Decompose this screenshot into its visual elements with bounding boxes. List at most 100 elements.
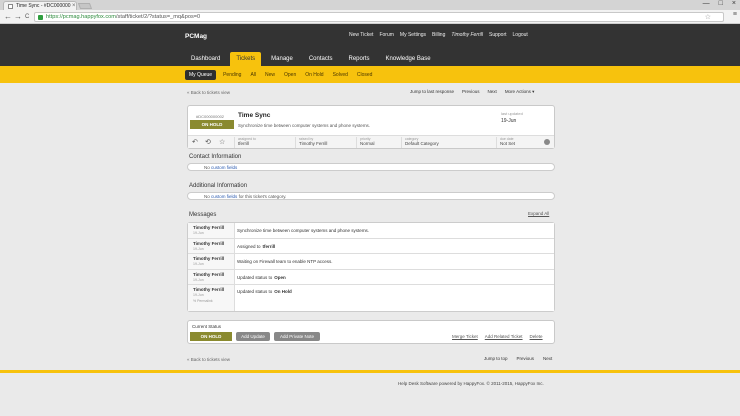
forum-link[interactable]: Forum <box>379 32 393 38</box>
category-value: Default Category <box>405 141 439 146</box>
message-author: Timothy Ferrill <box>193 225 225 230</box>
jump-to-last-response-link[interactable]: Jump to last response <box>410 89 454 95</box>
browser-menu-icon[interactable]: ≡ <box>733 11 737 19</box>
priority-value: Normal <box>360 141 375 146</box>
bottom-actions: Jump to top Previous Next <box>484 356 552 361</box>
tab-knowledge-base[interactable]: Knowledge Base <box>380 52 437 66</box>
app-header: PCMag New Ticket Forum My Settings Billi… <box>0 24 740 66</box>
current-status-badge: ON HOLD <box>190 332 232 341</box>
jump-to-top-link[interactable]: Jump to top <box>484 356 508 361</box>
new-ticket-link[interactable]: New Ticket <box>349 32 373 38</box>
ticket-title: Time Sync <box>238 112 271 119</box>
browser-tab[interactable]: Time Sync - #DC000000 × <box>3 1 77 10</box>
next-link[interactable]: Next <box>488 89 497 95</box>
new-tab-button[interactable] <box>77 3 93 9</box>
message-author: Timothy Ferrill <box>193 256 225 261</box>
assigned-to-field[interactable]: assigned to tferrill <box>234 137 295 148</box>
message-date: 19-Jun <box>193 231 204 235</box>
filter-solved[interactable]: Solved <box>331 70 350 80</box>
browser-tab-title: Time Sync - #DC000000 <box>16 3 71 9</box>
expand-all-link[interactable]: Expand All <box>528 211 549 216</box>
filter-my-queue[interactable]: My Queue <box>185 70 217 80</box>
filter-open[interactable]: Open <box>282 70 298 80</box>
raised-by-field[interactable]: raised by Timothy Ferrill <box>295 137 356 148</box>
raised-by-value: Timothy Ferrill <box>299 141 328 146</box>
ticket-description: Synchronize time between computer system… <box>238 123 371 128</box>
back-to-tickets-bottom-link[interactable]: « Back to tickets view <box>187 357 230 362</box>
tab-manage[interactable]: Manage <box>265 52 299 66</box>
add-related-ticket-link[interactable]: Add Related Ticket <box>485 334 523 339</box>
filter-pending[interactable]: Pending <box>221 70 243 80</box>
browser-tabstrip: Time Sync - #DC000000 × — □ × <box>0 0 740 10</box>
page-footer: Help Desk Software powered by HappyFox. … <box>0 370 740 416</box>
last-updated-label: last updated <box>501 111 523 116</box>
additional-info-title: Additional Information <box>189 183 248 189</box>
brand-name: PCMag <box>185 33 208 40</box>
message-body: Updated status to On Hold <box>234 285 554 311</box>
ticket-properties-bar: ↶ ⟲ ☆ assigned to tferrill raised by Tim… <box>188 135 554 148</box>
back-arrow-icon[interactable]: ← <box>4 12 12 22</box>
main-nav: Dashboard Tickets Manage Contacts Report… <box>185 52 437 66</box>
filter-closed[interactable]: Closed <box>355 70 375 80</box>
message-row[interactable]: Timothy Ferrill 19-Jun Updated status to… <box>188 270 554 285</box>
additional-info-box: No custom fields for this ticket's categ… <box>187 192 555 200</box>
permalink-link[interactable]: % Permalink <box>193 299 213 303</box>
message-row[interactable]: Timothy Ferrill 19-Jun Assigned to tferr… <box>188 239 554 254</box>
close-window-icon[interactable]: × <box>732 0 736 8</box>
last-updated-value: 19-Jun <box>501 118 517 124</box>
tab-dashboard[interactable]: Dashboard <box>185 52 226 66</box>
priority-field[interactable]: priority Normal <box>356 137 401 148</box>
back-to-tickets-link[interactable]: « Back to tickets view <box>187 90 230 95</box>
user-name-link[interactable]: Timothy Ferrill <box>451 32 483 38</box>
message-row[interactable]: Timothy Ferrill 19-Jun Waiting on Firewa… <box>188 254 554 270</box>
bookmark-star-icon[interactable]: ☆ <box>705 14 711 22</box>
billing-link[interactable]: Billing <box>432 32 445 38</box>
filter-new[interactable]: New <box>263 70 277 80</box>
contact-custom-fields-link[interactable]: custom fields <box>211 165 237 170</box>
previous-link[interactable]: Previous <box>462 89 480 95</box>
more-actions-dropdown[interactable]: More Actions ▾ <box>505 89 535 95</box>
message-text: Assigned to <box>237 243 261 249</box>
tab-close-icon[interactable]: × <box>72 3 76 9</box>
assigned-to-value: tferrill <box>238 141 249 146</box>
message-date: 19-Jun <box>193 247 204 251</box>
forward-icon[interactable]: ⟲ <box>205 138 211 147</box>
ticket-top-actions: Jump to last response Previous Next More… <box>410 89 534 95</box>
message-row[interactable]: Timothy Ferrill 19-Jun Synchronize time … <box>188 223 554 239</box>
previous-bottom-link[interactable]: Previous <box>517 356 535 361</box>
next-bottom-link[interactable]: Next <box>543 356 552 361</box>
merge-ticket-link[interactable]: Merge Ticket <box>452 334 478 339</box>
star-icon[interactable]: ☆ <box>219 138 225 147</box>
address-bar[interactable]: https://pcmag.happyfox.com /staff/ticket… <box>34 12 724 22</box>
messages-title: Messages <box>189 212 217 218</box>
tab-reports[interactable]: Reports <box>343 52 376 66</box>
reply-icon[interactable]: ↶ <box>192 138 198 147</box>
page-favicon-icon <box>8 3 13 9</box>
support-link[interactable]: Support <box>489 32 507 38</box>
filter-all[interactable]: All <box>248 70 258 80</box>
logout-link[interactable]: Logout <box>513 32 528 38</box>
filter-on-hold[interactable]: On Hold <box>303 70 325 80</box>
delete-link[interactable]: Delete <box>530 334 543 339</box>
main-content: « Back to tickets view Jump to last resp… <box>0 83 740 370</box>
ticket-filter-bar: My Queue Pending All New Open On Hold So… <box>0 66 740 83</box>
message-text: Waiting on Firewall team to enable NTP a… <box>237 259 333 264</box>
tab-tickets[interactable]: Tickets <box>230 52 262 66</box>
add-private-note-button[interactable]: Add Private Note <box>274 332 320 341</box>
due-date-field[interactable]: due date Not Set <box>496 137 542 148</box>
category-field[interactable]: category Default Category <box>401 137 496 148</box>
top-links: New Ticket Forum My Settings Billing Tim… <box>349 32 528 38</box>
message-author: Timothy Ferrill <box>193 241 225 246</box>
tab-contacts[interactable]: Contacts <box>303 52 339 66</box>
minimize-icon[interactable]: — <box>703 0 710 8</box>
maximize-icon[interactable]: □ <box>719 0 723 8</box>
additional-custom-fields-link[interactable]: custom fields <box>211 194 237 199</box>
message-row[interactable]: Timothy Ferrill 19-Jun % Permalink Updat… <box>188 285 554 311</box>
message-date: 19-Jun <box>193 278 204 282</box>
settings-icon[interactable] <box>544 139 550 145</box>
forward-arrow-icon[interactable]: → <box>14 12 22 22</box>
my-settings-link[interactable]: My Settings <box>400 32 426 38</box>
reload-icon[interactable]: C <box>25 12 29 22</box>
add-update-button[interactable]: Add Update <box>236 332 270 341</box>
message-date: 19-Jun <box>193 262 204 266</box>
